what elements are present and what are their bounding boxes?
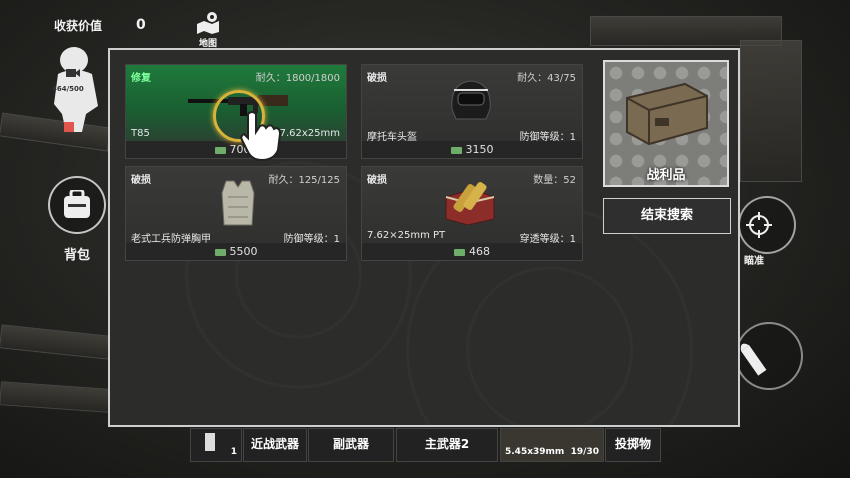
throwable-slot[interactable]: 投掷物 — [605, 428, 661, 462]
melee-weapon-slot[interactable]: 近战武器 — [243, 428, 307, 462]
slot-item-icon — [205, 433, 215, 451]
item-condition: 破损 — [367, 175, 387, 186]
item-durability: 耐久：1800/1800 — [255, 73, 340, 84]
background-beam — [0, 324, 111, 360]
loot-container[interactable]: 战利品 — [603, 60, 729, 187]
aim-label: 瞄准 — [744, 256, 764, 267]
map-icon — [197, 12, 219, 34]
end-search-button[interactable]: 结束搜索 — [603, 198, 731, 234]
cash-icon — [214, 146, 226, 154]
item-price-bar: 5500 — [126, 243, 346, 260]
loot-label: 战利品 — [646, 168, 686, 183]
cash-icon — [214, 248, 226, 256]
item-card-helmet[interactable]: 破损 耐久：43/75 摩托车头盔 防御等级：1 3150 — [361, 64, 583, 159]
item-durability: 耐久：125/125 — [268, 175, 340, 186]
item-name: T85 — [131, 128, 150, 139]
backpack-label: 背包 — [64, 248, 91, 263]
item-price-bar: 468 — [362, 243, 582, 260]
primary-weapon-2-slot[interactable]: 主武器2 — [396, 428, 498, 462]
item-card-ammo[interactable]: 破损 数量：52 7.62×25mm PT 穿透等级：1 468 — [361, 166, 583, 261]
hand-pointer-icon — [240, 111, 282, 162]
harvest-value: 0 — [136, 17, 146, 33]
item-price: 468 — [469, 245, 490, 258]
crosshair-icon — [746, 212, 772, 238]
stamina-indicator: 464/500 — [52, 44, 100, 134]
helmet-icon — [451, 80, 491, 120]
harvest-value-label: 收获价值 — [54, 19, 103, 33]
stamina-value: 464/500 — [52, 85, 84, 93]
fire-button[interactable] — [735, 322, 803, 390]
item-durability: 耐久：43/75 — [517, 73, 576, 84]
item-condition: 修复 — [131, 73, 151, 84]
cash-icon — [450, 146, 462, 154]
item-quantity: 数量：52 — [533, 175, 576, 186]
backpack-button[interactable] — [48, 176, 106, 234]
aim-button[interactable] — [738, 196, 796, 254]
item-name: 7.62×25mm PT — [367, 230, 446, 241]
item-condition: 破损 — [367, 73, 387, 84]
ammo-count: 19/30 — [570, 447, 599, 457]
backpack-icon — [64, 190, 90, 218]
item-card-armor[interactable]: 破损 耐久：125/125 老式工兵防弹胸甲 防御等级：1 5500 — [125, 166, 347, 261]
item-slot[interactable]: 1 — [190, 428, 242, 462]
crate-icon — [626, 82, 708, 146]
item-caliber: 7.62x25mm — [279, 128, 340, 139]
item-condition: 破损 — [131, 175, 151, 186]
slot-count: 1 — [230, 447, 237, 457]
camera-icon — [66, 69, 80, 77]
item-price-bar: 3150 — [362, 141, 582, 158]
map-button[interactable]: 地图 — [190, 10, 226, 49]
item-price-bar: 7000 — [126, 141, 346, 158]
background-beam — [0, 381, 111, 413]
background-crate — [740, 40, 802, 182]
armor-vest-icon — [221, 180, 255, 226]
item-price: 3150 — [465, 143, 494, 156]
secondary-weapon-slot[interactable]: 副武器 — [308, 428, 394, 462]
cash-icon — [454, 248, 465, 256]
ammo-box-icon — [445, 182, 495, 225]
item-price: 5500 — [229, 245, 258, 258]
ammo-caliber: 5.45x39mm — [505, 447, 565, 457]
primary-weapon-1-slot[interactable]: 5.45x39mm 19/30 — [500, 428, 604, 462]
